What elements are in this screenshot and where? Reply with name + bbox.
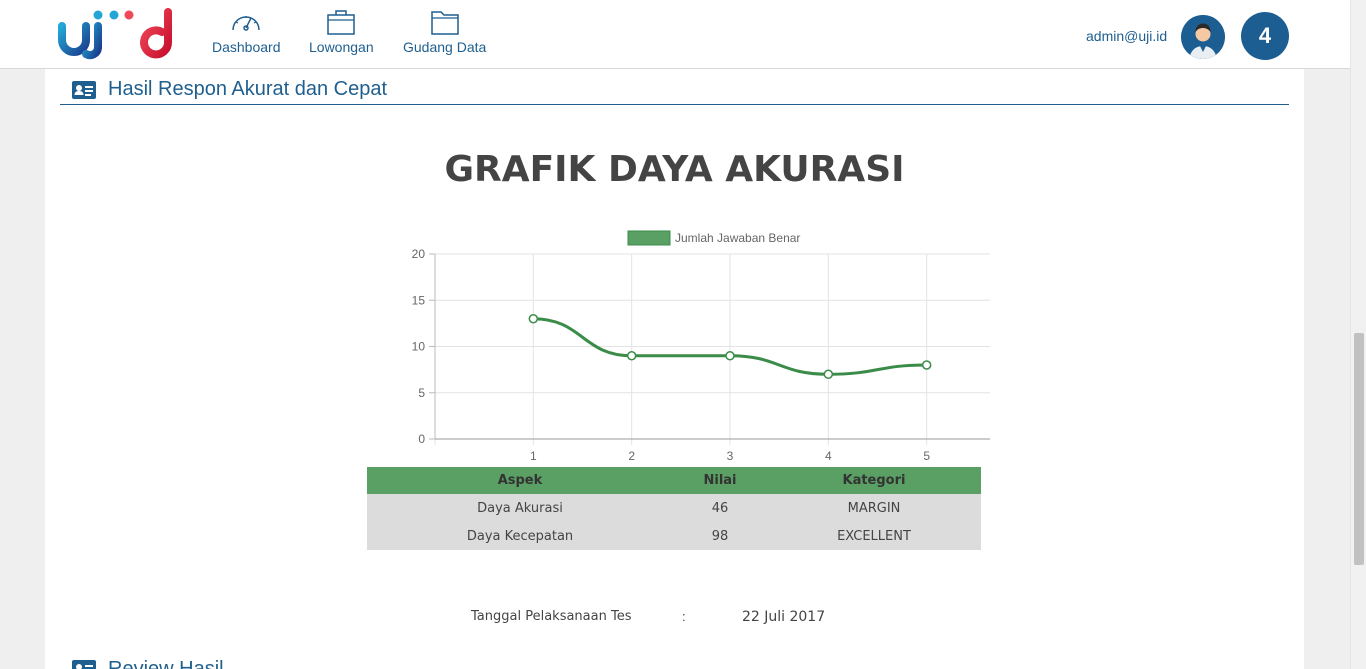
cell-aspek: Daya Akurasi	[367, 494, 673, 522]
user-avatar-icon	[1181, 15, 1225, 59]
x-tick-label: 3	[727, 449, 734, 463]
legend-swatch	[627, 230, 671, 246]
table-row: Daya Kecepatan 98 EXCELLENT	[367, 522, 981, 550]
data-point	[823, 369, 834, 379]
section-title: Hasil Respon Akurat dan Cepat	[108, 78, 388, 100]
id-card-icon	[72, 660, 96, 669]
briefcase-icon	[327, 10, 356, 35]
column-header-aspek: Aspek	[367, 467, 673, 494]
nav-lowongan-label: Lowongan	[309, 39, 374, 55]
x-tick-label: 5	[923, 449, 930, 463]
test-date-label: Tanggal Pelaksanaan Tes	[471, 609, 632, 624]
review-section-title: Review Hasil	[108, 657, 224, 669]
nav-dashboard-label: Dashboard	[212, 39, 281, 55]
folder-icon	[430, 11, 459, 35]
top-navbar: Dashboard Lowongan Gudang Data admin@uji…	[0, 0, 1350, 69]
cell-aspek: Daya Kecepatan	[367, 522, 673, 550]
cell-nilai: 98	[673, 522, 767, 550]
y-tick-label: 10	[412, 340, 426, 354]
accuracy-line-chart: 0 5 10 15 20 1 2 3 4 5 Jumlah Jawaban Benar	[412, 230, 990, 463]
cell-nilai: 46	[673, 494, 767, 522]
review-section-header: Review Hasil	[60, 657, 1289, 669]
scrollbar-thumb[interactable]	[1354, 333, 1364, 565]
speedometer-icon	[232, 16, 260, 31]
brand-logo[interactable]	[58, 8, 176, 60]
column-header-kategori: Kategori	[767, 467, 981, 494]
cell-kategori: MARGIN	[767, 494, 981, 522]
data-point	[528, 314, 539, 324]
y-tick-label: 20	[412, 247, 426, 261]
y-tick-label: 5	[418, 386, 425, 400]
column-header-nilai: Nilai	[673, 467, 767, 494]
nav-gudang-data-label: Gudang Data	[403, 39, 487, 55]
data-point	[725, 351, 735, 361]
data-point	[626, 351, 637, 361]
chart-title: GRAFIK DAYA AKURASI	[444, 149, 905, 190]
y-tick-label: 15	[412, 293, 426, 307]
result-table: Aspek Nilai Kategori Daya Akurasi 46 MAR…	[367, 467, 981, 550]
data-point	[921, 360, 932, 370]
page-scrollbar[interactable]	[1350, 0, 1366, 669]
table-header-row: Aspek Nilai Kategori	[367, 467, 981, 494]
x-tick-label: 2	[628, 449, 635, 463]
nav-gudang-data[interactable]: Gudang Data	[403, 8, 486, 55]
legend-label: Jumlah Jawaban Benar	[675, 231, 800, 245]
y-tick-label: 0	[418, 432, 425, 446]
cell-kategori: EXCELLENT	[767, 522, 981, 550]
table-row: Daya Akurasi 46 MARGIN	[367, 494, 981, 522]
x-tick-label: 4	[825, 449, 832, 463]
notification-badge[interactable]: 4	[1241, 12, 1289, 60]
user-email[interactable]: admin@uji.id	[1086, 28, 1167, 44]
section-header: Hasil Respon Akurat dan Cepat	[60, 75, 1289, 105]
test-date-value: 22 Juli 2017	[742, 609, 826, 625]
nav-lowongan[interactable]: Lowongan	[309, 8, 374, 55]
nav-dashboard[interactable]: Dashboard	[212, 8, 281, 55]
x-tick-label: 1	[530, 449, 537, 463]
id-card-icon	[72, 80, 96, 99]
avatar[interactable]	[1181, 15, 1225, 59]
main-panel: Hasil Respon Akurat dan Cepat GRAFIK DAY…	[45, 69, 1304, 669]
test-date-separator: :	[682, 609, 686, 624]
